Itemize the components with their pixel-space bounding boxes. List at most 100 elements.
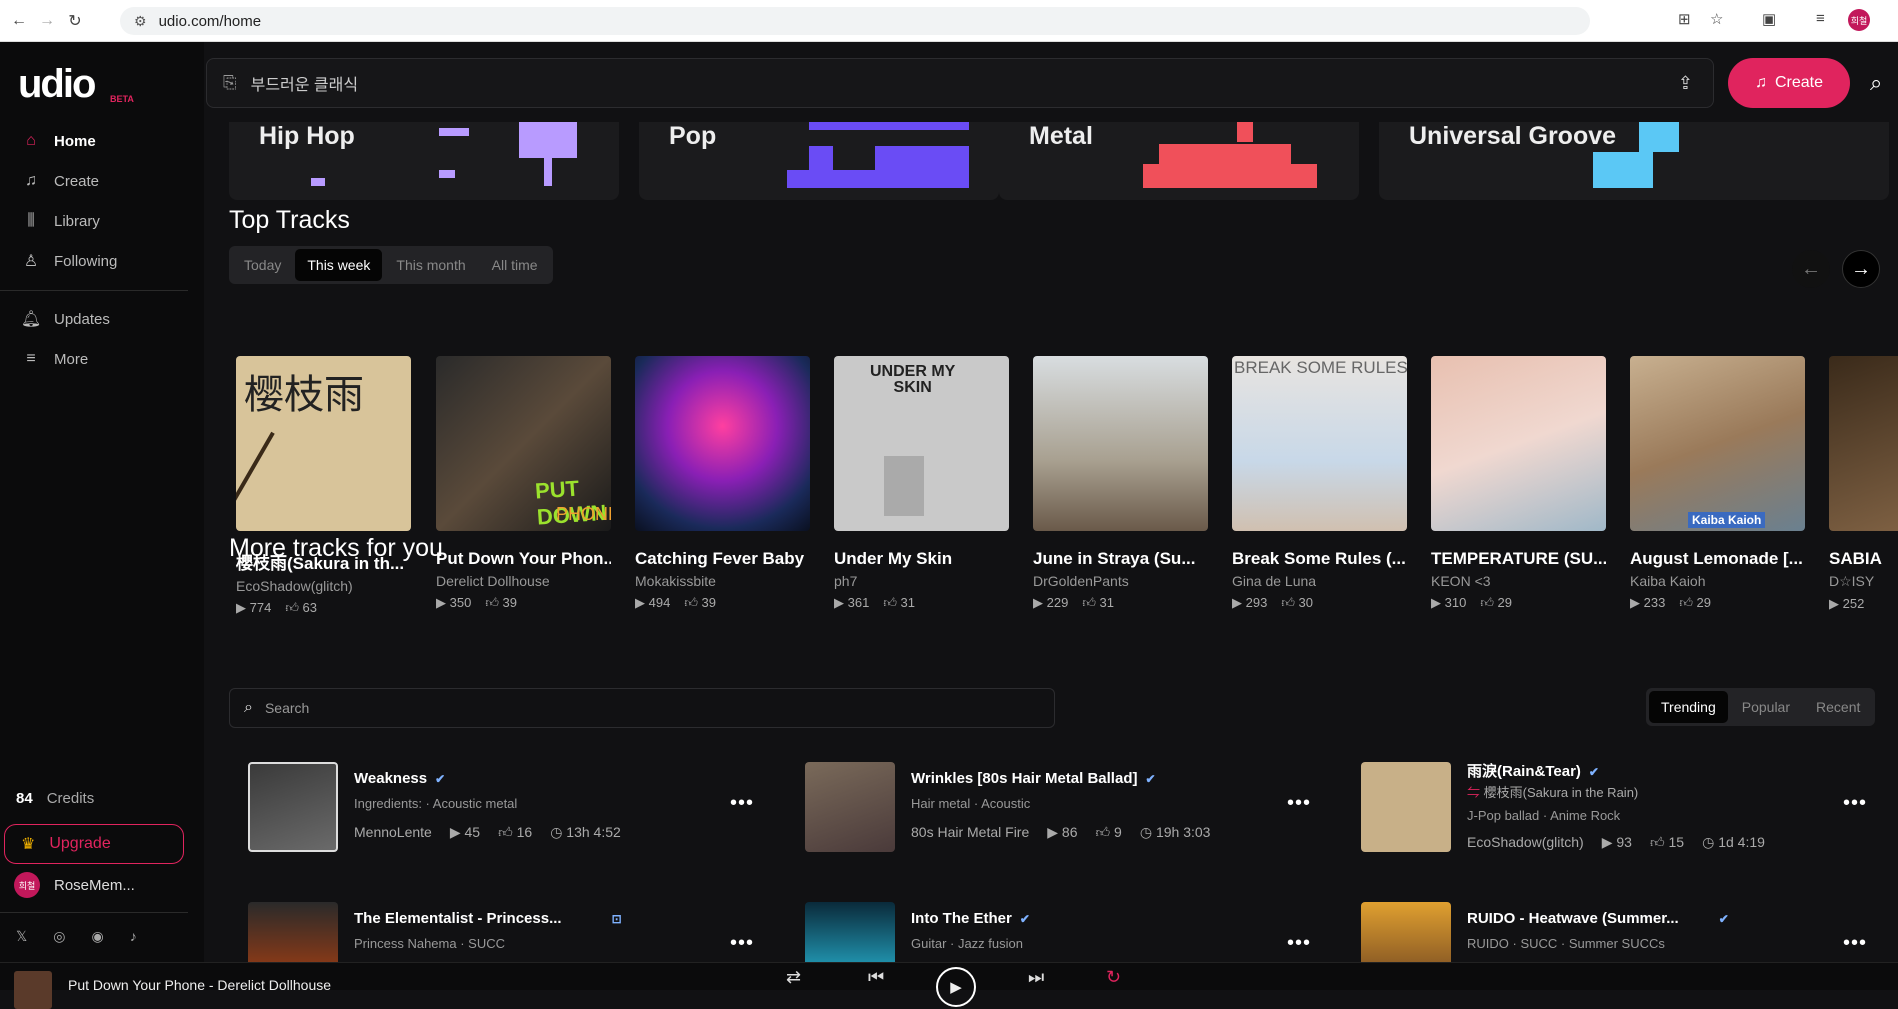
site-info-icon[interactable]: ⚙: [134, 13, 147, 30]
list-item[interactable]: RUIDO - Heatwave (Summer... ✔ RUIDO · SUC…: [1361, 902, 1881, 962]
track-artist[interactable]: Derelict Dollhouse: [436, 573, 611, 589]
track-artist[interactable]: Gina de Luna: [1232, 573, 1407, 589]
track-card[interactable]: Catching Fever Baby Mokakissbite ▶ 494 👍︎…: [635, 356, 810, 611]
track-artist[interactable]: Kaiba Kaioh: [1630, 573, 1805, 589]
carousel-prev-button[interactable]: ←: [1792, 250, 1830, 288]
track-card[interactable]: 樱枝雨 櫻枝雨(Sakura in th... EcoShadow(glitch…: [236, 356, 411, 616]
track-title[interactable]: Put Down Your Phon...: [436, 549, 611, 569]
track-title[interactable]: SABIA: [1829, 549, 1898, 569]
track-title[interactable]: Weakness: [354, 770, 427, 787]
browser-profile-avatar[interactable]: 희철: [1848, 9, 1870, 31]
track-title[interactable]: August Lemonade [...: [1630, 549, 1805, 569]
create-button[interactable]: ♫ Create: [1728, 58, 1850, 108]
more-options-icon[interactable]: •••: [730, 792, 754, 815]
track-card[interactable]: SABIA D☆ISY ▶ 252: [1829, 356, 1898, 612]
bookmark-star-icon[interactable]: ☆: [1710, 10, 1723, 28]
track-title[interactable]: 雨淚(Rain&Tear): [1467, 763, 1581, 780]
track-title[interactable]: Wrinkles [80s Hair Metal Ballad]: [911, 770, 1137, 787]
tab-this-week[interactable]: This week: [295, 249, 383, 281]
carousel-next-button[interactable]: →: [1842, 250, 1880, 288]
track-card[interactable]: TEMPERATURE (SU... KEON <3 ▶ 310 👍︎ 29: [1431, 356, 1606, 611]
track-artist[interactable]: DrGoldenPants: [1033, 573, 1208, 589]
translate-icon[interactable]: ⊞: [1678, 10, 1691, 28]
track-artist[interactable]: EcoShadow(glitch): [236, 578, 411, 594]
genre-card-hiphop[interactable]: Hip Hop: [229, 122, 619, 200]
genre-card-metal[interactable]: Metal: [999, 122, 1359, 200]
prompt-input[interactable]: ⎘ 부드러운 클래식 ⇪: [206, 58, 1714, 108]
previous-icon[interactable]: ⏮: [868, 967, 884, 988]
more-options-icon[interactable]: •••: [1843, 792, 1867, 815]
remix-source[interactable]: 櫻枝雨(Sakura in the Rain): [1484, 785, 1639, 800]
list-item[interactable]: Wrinkles [80s Hair Metal Ballad] ✔ Hair m…: [805, 762, 1325, 858]
track-artist[interactable]: Mokakissbite: [635, 573, 810, 589]
track-artist[interactable]: EcoShadow(glitch): [1467, 834, 1584, 851]
now-playing-title[interactable]: Put Down Your Phone - Derelict Dollhouse: [68, 977, 331, 993]
like-count: 9: [1114, 824, 1122, 840]
more-options-icon[interactable]: •••: [1843, 932, 1867, 955]
tab-trending[interactable]: Trending: [1649, 691, 1728, 723]
sidebar-item-updates[interactable]: 🔔︎ Updates: [20, 304, 110, 334]
search-icon[interactable]: ⌕: [1870, 70, 1882, 96]
track-title[interactable]: Under My Skin: [834, 549, 1009, 569]
track-title[interactable]: Catching Fever Baby: [635, 549, 810, 569]
track-title[interactable]: The Elementalist - Princess...: [354, 910, 562, 927]
tab-this-month[interactable]: This month: [384, 249, 477, 281]
tab-all-time[interactable]: All time: [480, 249, 550, 281]
track-title[interactable]: RUIDO - Heatwave (Summer...: [1467, 910, 1679, 927]
track-cover: [1033, 356, 1208, 531]
list-item[interactable]: The Elementalist - Princess... ⊡ Princess…: [248, 902, 768, 962]
track-card[interactable]: Kaiba Kaioh August Lemonade [... Kaiba K…: [1630, 356, 1805, 611]
track-card[interactable]: PUT DOWN PHONE Put Down Your Phon... Der…: [436, 356, 611, 611]
sidebar-item-label: Following: [54, 252, 118, 270]
media-icon[interactable]: ≡: [1816, 10, 1825, 27]
genre-card-pop[interactable]: Pop: [639, 122, 999, 200]
track-card[interactable]: UNDER MY SKIN Under My Skin ph7 ▶ 361 👍︎ 3…: [834, 356, 1009, 611]
sidebar-item-more[interactable]: ≡ More: [20, 344, 88, 374]
now-playing-thumbnail[interactable]: [14, 971, 52, 1009]
tiktok-icon[interactable]: ♪: [130, 928, 137, 945]
track-artist[interactable]: ph7: [834, 573, 1009, 589]
repeat-icon[interactable]: ↻: [1106, 967, 1121, 988]
more-options-icon[interactable]: •••: [1287, 792, 1311, 815]
back-icon[interactable]: ←: [8, 10, 30, 32]
sidebar-item-following[interactable]: ♙ Following: [20, 246, 118, 276]
track-artist[interactable]: D☆ISY: [1829, 573, 1898, 590]
list-item[interactable]: 雨淚(Rain&Tear) ✔ ⇋ 櫻枝雨(Sakura in the Rain)…: [1361, 762, 1881, 858]
shuffle-icon[interactable]: ⇄: [786, 967, 801, 988]
next-icon[interactable]: ⏭: [1028, 967, 1044, 988]
upload-icon[interactable]: ⇪: [1678, 73, 1693, 94]
genre-card-universal-groove[interactable]: Universal Groove: [1379, 122, 1889, 200]
track-title[interactable]: TEMPERATURE (SU...: [1431, 549, 1606, 569]
user-profile[interactable]: 희철 RoseMem...: [14, 872, 135, 898]
track-title[interactable]: Into The Ether: [911, 910, 1012, 927]
list-item[interactable]: Weakness ✔ Ingredients: · Acoustic metal …: [248, 762, 768, 858]
more-options-icon[interactable]: •••: [1287, 932, 1311, 955]
track-artist[interactable]: MennoLente: [354, 824, 432, 841]
sidebar-item-create[interactable]: ♫ Create: [20, 166, 99, 196]
track-card[interactable]: June in Straya (Su... DrGoldenPants ▶ 22…: [1033, 356, 1208, 611]
more-options-icon[interactable]: •••: [730, 932, 754, 955]
sidebar-item-home[interactable]: ⌂ Home: [20, 126, 96, 156]
extensions-icon[interactable]: ▣: [1762, 10, 1776, 28]
udio-logo[interactable]: udio BETA: [18, 62, 134, 107]
thumb-up-icon: 👍︎: [1281, 595, 1295, 610]
track-artist[interactable]: 80s Hair Metal Fire: [911, 824, 1029, 841]
x-icon[interactable]: 𝕏: [16, 928, 27, 945]
upgrade-button[interactable]: ♛ Upgrade: [4, 824, 184, 864]
track-title[interactable]: June in Straya (Su...: [1033, 549, 1208, 569]
tracks-search-input[interactable]: ⌕ Search: [229, 688, 1055, 728]
discord-icon[interactable]: ◉: [92, 928, 104, 945]
list-item[interactable]: Into The Ether ✔ Guitar · Jazz fusion •••: [805, 902, 1325, 962]
track-card[interactable]: BREAK SOME RULES Break Some Rules (... G…: [1232, 356, 1407, 611]
instagram-icon[interactable]: ◎: [53, 928, 65, 945]
play-button[interactable]: ▶: [936, 967, 976, 1007]
track-artist[interactable]: KEON <3: [1431, 573, 1606, 589]
reload-icon[interactable]: ↻: [64, 10, 86, 32]
address-bar[interactable]: ⚙ udio.com/home: [120, 7, 1590, 35]
sidebar-item-library[interactable]: ⫼ Library: [20, 206, 100, 236]
tab-recent[interactable]: Recent: [1804, 691, 1872, 723]
tab-popular[interactable]: Popular: [1730, 691, 1802, 723]
forward-icon[interactable]: →: [36, 10, 58, 32]
tab-today[interactable]: Today: [232, 249, 293, 281]
track-title[interactable]: Break Some Rules (...: [1232, 549, 1407, 569]
